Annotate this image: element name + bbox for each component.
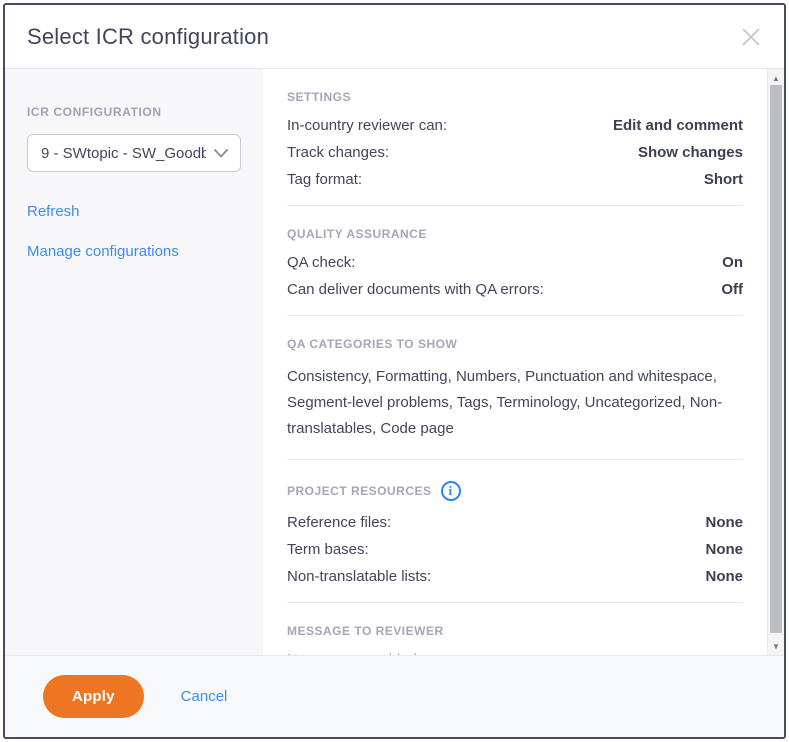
setting-label: Term bases: [287, 541, 369, 558]
configuration-details-panel: SETTINGS In-country reviewer can: Edit a… [263, 69, 767, 655]
dialog-header: Select ICR configuration [5, 5, 784, 69]
setting-value: None [706, 541, 744, 558]
setting-label: Reference files: [287, 514, 391, 531]
select-icr-configuration-dialog: Select ICR configuration ICR CONFIGURATI… [3, 3, 786, 739]
setting-row: QA check: On [287, 254, 743, 271]
manage-configurations-link[interactable]: Manage configurations [27, 243, 241, 260]
project-resources-section: PROJECT RESOURCES i Reference files: Non… [287, 481, 743, 585]
setting-row: Non-translatable lists: None [287, 568, 743, 585]
setting-row: Can deliver documents with QA errors: Of… [287, 281, 743, 298]
cancel-button[interactable]: Cancel [181, 688, 228, 705]
icr-configuration-selected-value: 9 - SWtopic - SW_Goodb... [41, 145, 206, 162]
quality-assurance-section-title: QUALITY ASSURANCE [287, 227, 743, 241]
setting-row: Term bases: None [287, 541, 743, 558]
section-divider [287, 602, 743, 603]
setting-row: Reference files: None [287, 514, 743, 531]
setting-value: None [706, 568, 744, 585]
close-icon[interactable] [738, 24, 764, 50]
settings-section-title: SETTINGS [287, 90, 743, 104]
qa-categories-section: QA CATEGORIES TO SHOW Consistency, Forma… [287, 337, 743, 442]
message-to-reviewer-section: MESSAGE TO REVIEWER No message added [287, 624, 743, 655]
quality-assurance-section: QUALITY ASSURANCE QA check: On Can deliv… [287, 227, 743, 298]
section-divider [287, 205, 743, 206]
setting-row: Tag format: Short [287, 171, 743, 188]
icr-configuration-select[interactable]: 9 - SWtopic - SW_Goodb... [27, 134, 241, 172]
qa-categories-list: Consistency, Formatting, Numbers, Punctu… [287, 364, 743, 442]
setting-label: Tag format: [287, 171, 362, 188]
dialog-footer: Apply Cancel [5, 655, 784, 737]
dialog-title: Select ICR configuration [27, 24, 269, 50]
setting-row: Track changes: Show changes [287, 144, 743, 161]
scrollbar[interactable]: ▲ ▼ [767, 69, 784, 655]
setting-value: Show changes [638, 144, 743, 161]
scroll-up-arrow-icon[interactable]: ▲ [768, 71, 784, 85]
setting-value: Edit and comment [613, 117, 743, 134]
scrollbar-thumb[interactable] [770, 85, 782, 633]
setting-label: Can deliver documents with QA errors: [287, 281, 544, 298]
section-divider [287, 459, 743, 460]
setting-label: In-country reviewer can: [287, 117, 447, 134]
dialog-body: ICR CONFIGURATION 9 - SWtopic - SW_Goodb… [5, 69, 784, 655]
qa-categories-section-title: QA CATEGORIES TO SHOW [287, 337, 743, 351]
message-to-reviewer-section-title: MESSAGE TO REVIEWER [287, 624, 743, 638]
section-divider [287, 315, 743, 316]
info-icon[interactable]: i [441, 481, 461, 501]
setting-value: None [706, 514, 744, 531]
apply-button[interactable]: Apply [43, 675, 144, 718]
configuration-sidebar: ICR CONFIGURATION 9 - SWtopic - SW_Goodb… [5, 69, 263, 655]
chevron-down-icon [214, 149, 228, 158]
setting-value: Short [704, 171, 743, 188]
setting-value: Off [721, 281, 743, 298]
project-resources-title-text: PROJECT RESOURCES [287, 484, 432, 498]
setting-value: On [722, 254, 743, 271]
settings-section: SETTINGS In-country reviewer can: Edit a… [287, 90, 743, 188]
icr-configuration-label: ICR CONFIGURATION [27, 105, 241, 119]
setting-label: Non-translatable lists: [287, 568, 431, 585]
setting-label: QA check: [287, 254, 355, 271]
setting-row: In-country reviewer can: Edit and commen… [287, 117, 743, 134]
setting-label: Track changes: [287, 144, 389, 161]
refresh-link[interactable]: Refresh [27, 203, 241, 220]
project-resources-section-title: PROJECT RESOURCES i [287, 481, 743, 501]
scroll-down-arrow-icon[interactable]: ▼ [768, 639, 784, 653]
